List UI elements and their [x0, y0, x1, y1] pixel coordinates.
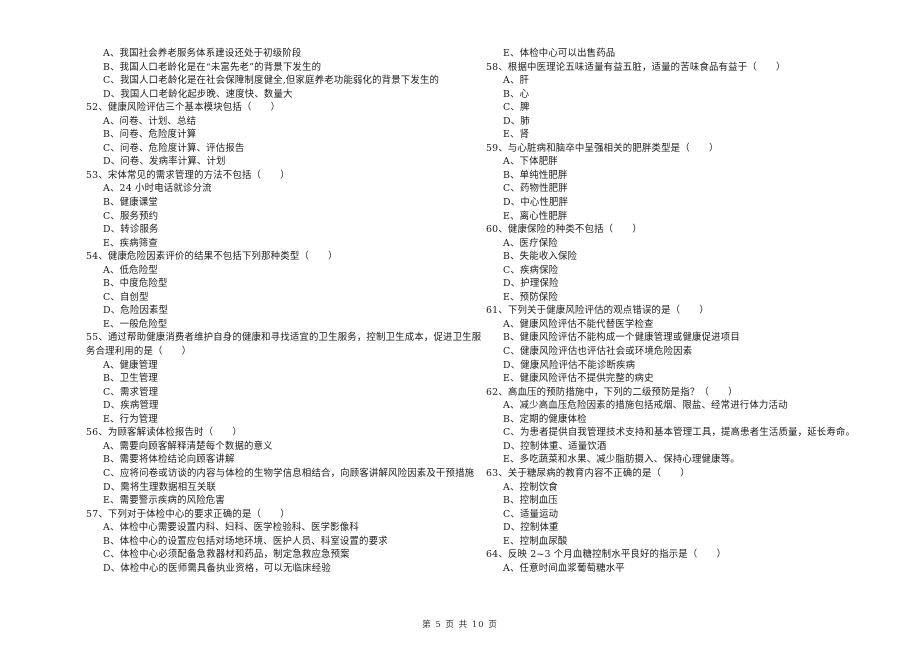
answer-option: B、健康风险评估不能构成一个健康管理或健康促进项目	[503, 332, 740, 344]
answer-option: C、疾病保险	[503, 264, 559, 276]
answer-option: A、控制饮食	[503, 481, 558, 493]
question-stem: 62、高血压的预防措施中，下列的二级预防是指？（ ）	[486, 386, 738, 398]
answer-option: C、脾	[503, 102, 530, 114]
answer-option: E、离心性肥胖	[503, 210, 568, 222]
question-stem: 56、为顾客解读体检报告时（ ）	[86, 427, 242, 439]
answer-option: A、下体肥胖	[503, 156, 558, 168]
answer-option: B、我国人口老龄化是在“未富先老”的背景下发生的	[103, 61, 322, 73]
answer-option: E、预防保险	[503, 291, 558, 303]
question-stem: 53、宋体常见的需求管理的方法不包括（ ）	[86, 169, 290, 181]
answer-option: A、医疗保险	[503, 237, 558, 249]
answer-option: C、适量运动	[503, 508, 559, 520]
answer-option: B、问卷、危险度计算	[103, 129, 197, 141]
answer-option: C、体检中心必须配备急救器材和药品，制定急救应急预案	[103, 549, 350, 561]
answer-option: E、疾病筛查	[103, 237, 158, 249]
answer-option: B、卫生管理	[103, 373, 158, 385]
answer-option: C、需求管理	[103, 386, 159, 398]
answer-option: B、单纯性肥胖	[503, 169, 568, 181]
answer-option: C、自创型	[103, 291, 149, 303]
answer-option: E、一般危险型	[103, 318, 168, 330]
answer-option: A、需要向顾客解释清楚每个数据的意义	[103, 440, 273, 452]
page-footer: 第 5 页 共 10 页	[422, 620, 498, 630]
answer-option: E、体检中心可以出售药品	[503, 48, 616, 59]
answer-option: A、健康管理	[103, 359, 158, 371]
answer-option: E、控制血尿酸	[503, 535, 568, 547]
answer-option: D、转诊服务	[103, 224, 159, 236]
answer-option: A、肝	[503, 75, 530, 87]
answer-option: C、为患者提供自我管理技术支持和基本管理工具，提高患者生活质量，延长寿命。	[503, 427, 856, 439]
answer-option: B、控制血压	[503, 495, 558, 507]
answer-option: E、健康风险评估不提供完整的病史	[503, 373, 654, 385]
answer-option: C、应将问卷或访谈的内容与体检的生物学信息相结合，向顾客讲解风险因素及干预措施	[103, 467, 475, 479]
answer-option: C、药物性肥胖	[503, 183, 568, 195]
answer-option: B、需要将体检结论向顾客讲解	[103, 454, 235, 466]
question-stem: 64、反映 2~3 个月血糖控制水平良好的指示是（ ）	[486, 549, 727, 561]
answer-option: D、控制体重、适量饮酒	[503, 440, 607, 452]
answer-option: D、疾病管理	[103, 400, 159, 412]
answer-option: A、任意时间血浆葡萄糖水平	[503, 562, 625, 574]
answer-option: D、健康风险评估不能诊断疾病	[503, 359, 636, 371]
answer-option: D、需将生理数据相互关联	[103, 481, 217, 493]
right-column: E、体检中心可以出售药品 58、根据中医理论五味适量有益五脏，适量的苦味食品有益于…	[486, 47, 886, 575]
answer-option: A、健康风险评估不能代替医学检查	[503, 318, 654, 330]
left-column: A、我国社会养老服务体系建设还处于初级阶段 B、我国人口老龄化是在“未富先老”的背…	[86, 47, 482, 575]
question-stem: 61、下列关于健康风险评估的观点错误的是（ ）	[486, 305, 709, 317]
question-stem: 54、健康危险因素评价的结果不包括下列那种类型（ ）	[86, 251, 338, 263]
answer-option: A、24 小时电话就诊分流	[103, 183, 212, 195]
answer-option: B、健康课堂	[103, 197, 158, 209]
answer-option: A、我国社会养老服务体系建设还处于初级阶段	[103, 48, 302, 59]
answer-option: C、问卷、危险度计算、评估报告	[103, 142, 245, 154]
answer-option: B、失能收入保险	[503, 251, 578, 263]
question-stem: 58、根据中医理论五味适量有益五脏，适量的苦味食品有益于（ ）	[486, 61, 786, 73]
answer-option: C、我国人口老龄化是在社会保障制度健全,但家庭养老功能弱化的背景下发生的	[103, 75, 440, 87]
answer-option: B、定期的健康体检	[503, 413, 587, 425]
answer-option: E、行为管理	[103, 413, 158, 425]
answer-option: D、中心性肥胖	[503, 197, 569, 209]
question-stem: 59、与心脏病和脑卒中呈强相关的肥胖类型是（ ）	[486, 142, 719, 154]
answer-option: C、健康风险评估也评估社会或环境危险因素	[503, 346, 693, 358]
question-stem: 52、健康风险评估三个基本模块包括（ ）	[86, 102, 281, 114]
answer-option: B、体检中心的设置应包括对场地环境、医护人员、科室设置的要求	[103, 535, 388, 547]
answer-option: D、控制体重	[503, 522, 559, 534]
answer-option: D、肺	[503, 115, 530, 127]
answer-option: B、中度危险型	[103, 278, 168, 290]
answer-option: B、心	[503, 88, 530, 100]
question-stem-continuation: 务合理利用的是（ ）	[86, 346, 192, 358]
answer-option: A、低危险型	[103, 264, 158, 276]
answer-option: D、体检中心的医师需具备执业资格，可以无临床经验	[103, 562, 331, 574]
answer-option: D、护理保险	[503, 278, 559, 290]
answer-option: D、危险因素型	[103, 305, 169, 317]
answer-option: D、我国人口老龄化起步晚、速度快、数量大	[103, 88, 293, 100]
answer-option: D、问卷、发病率计算、计划	[103, 156, 226, 168]
answer-option: A、问卷、计划、总结	[103, 115, 197, 127]
answer-option: A、体检中心需要设置内科、妇科、医学检验科、医学影像科	[103, 522, 359, 534]
answer-option: E、需要警示疾病的风险危害	[103, 495, 225, 507]
answer-option: A、减少高血压危险因素的措施包括戒烟、限盐、经常进行体力活动	[503, 400, 788, 412]
answer-option: C、服务预约	[103, 210, 159, 222]
question-stem: 55、通过帮助健康消费者维护自身的健康和寻找适宜的卫生服务，控制卫生成本，促进卫…	[86, 332, 482, 344]
answer-option: E、肾	[503, 129, 530, 141]
question-stem: 60、健康保险的种类不包括（ ）	[486, 224, 642, 236]
question-stem: 63、关于糖尿病的教育内容不正确的是（ ）	[486, 467, 690, 479]
question-stem: 57、下列对于体检中心的要求正确的是（ ）	[86, 508, 290, 520]
answer-option: E、多吃蔬菜和水果、减少脂肪摄入、保持心理健康等。	[503, 454, 740, 466]
